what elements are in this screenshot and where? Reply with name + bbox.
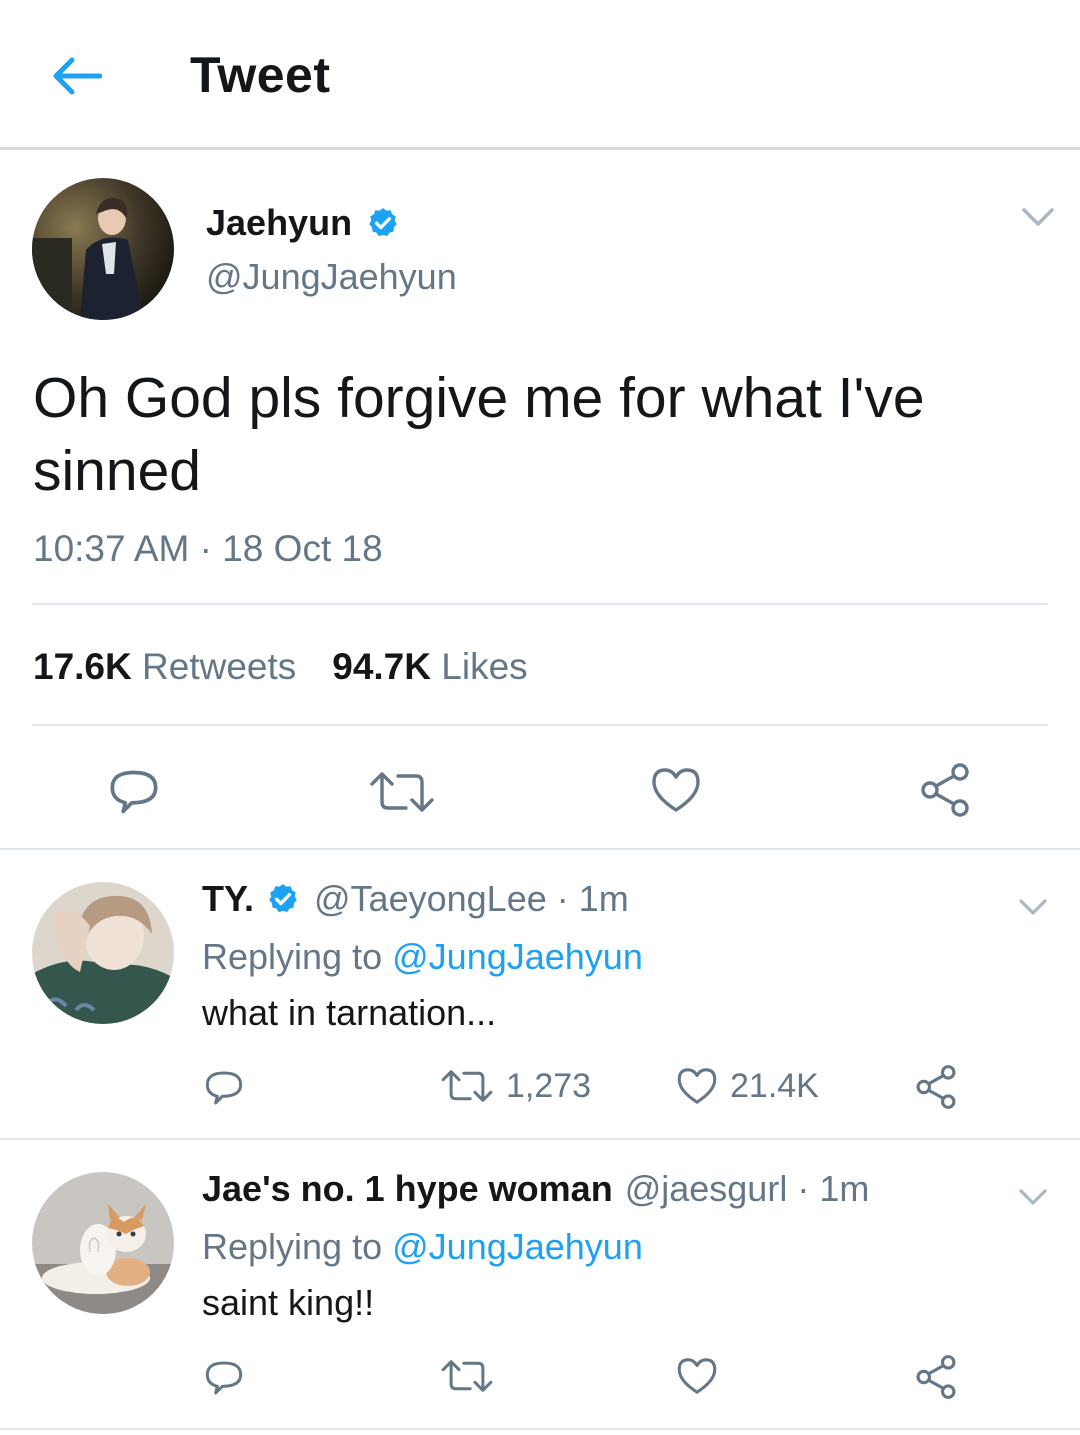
reply-header: Jae's no. 1 hype woman @jaesgurl · 1m — [202, 1168, 869, 1210]
main-tweet: Jaehyun @JungJaehyun Oh God pls forgive … — [0, 150, 1080, 850]
reply-author-handle[interactable]: @jaesgurl — [625, 1168, 788, 1210]
tweet-date: 18 Oct 18 — [222, 528, 383, 569]
page-title: Tweet — [190, 47, 331, 103]
verified-badge-icon — [269, 884, 297, 913]
reply-author-name[interactable]: Jae's no. 1 hype woman — [202, 1168, 613, 1210]
like-button[interactable] — [676, 1356, 718, 1396]
share-button[interactable] — [914, 1064, 958, 1110]
retweet-count: 1,273 — [506, 1066, 592, 1105]
like-button[interactable]: 21.4K — [676, 1066, 819, 1106]
like-button[interactable] — [650, 766, 702, 814]
reply-author-handle[interactable]: @TaeyongLee — [314, 878, 547, 920]
back-button[interactable] — [44, 44, 108, 108]
share-button[interactable] — [918, 762, 972, 818]
back-arrow-icon — [53, 57, 102, 95]
reply-button[interactable] — [204, 1068, 244, 1108]
reply-tweet[interactable]: TY. @TaeyongLee · 1m Replying to @JungJa… — [0, 850, 1080, 1140]
verified-badge-icon — [369, 208, 397, 237]
share-icon — [916, 1355, 956, 1399]
like-count: 21.4K — [730, 1066, 819, 1105]
retweet-icon — [441, 1070, 493, 1102]
reply-author-name[interactable]: TY. — [202, 878, 254, 920]
chevron-down-icon[interactable] — [1018, 202, 1058, 232]
retweets-label: Retweets — [142, 646, 297, 687]
avatar-image — [32, 882, 174, 1024]
reply-time: 1m — [578, 878, 629, 919]
likes-stat[interactable]: 94.7K Likes — [332, 646, 527, 688]
reply-actions — [0, 1352, 1080, 1412]
likes-count: 94.7K — [332, 646, 431, 687]
reply-avatar[interactable] — [32, 882, 174, 1024]
top-bar: Tweet — [0, 0, 1080, 150]
replying-label: Replying to — [202, 1226, 383, 1267]
chevron-down-icon[interactable] — [1016, 894, 1050, 920]
share-icon — [921, 763, 969, 817]
reply-text: saint king!! — [202, 1282, 375, 1323]
tweet-actions — [0, 756, 1080, 826]
author-name-text: Jaehyun — [206, 202, 353, 243]
reply-button[interactable] — [108, 766, 160, 818]
retweet-icon — [370, 772, 434, 812]
reply-actions: 1,273 21.4K — [0, 1062, 1080, 1122]
retweet-icon — [441, 1360, 493, 1392]
reply-tweet[interactable]: Jae's no. 1 hype woman @jaesgurl · 1m Re… — [0, 1140, 1080, 1430]
retweets-stat[interactable]: 17.6K Retweets — [33, 646, 296, 688]
divider — [32, 724, 1048, 726]
like-icon — [677, 1358, 717, 1394]
author-handle[interactable]: @JungJaehyun — [206, 256, 457, 298]
reply-icon — [205, 1071, 243, 1105]
avatar-image — [32, 178, 174, 320]
tweet-timestamp: 10:37 AM · 18 Oct 18 — [33, 528, 383, 570]
chevron-down-icon[interactable] — [1016, 1184, 1050, 1210]
tweet-text: Oh God pls forgive me for what I've sinn… — [33, 366, 925, 503]
reply-icon — [205, 1361, 243, 1395]
replying-to-handle[interactable]: @JungJaehyun — [392, 1226, 643, 1267]
retweet-button[interactable] — [440, 1356, 494, 1396]
avatar-image — [32, 1172, 174, 1314]
separator: · — [199, 528, 212, 569]
reply-avatar[interactable] — [32, 1172, 174, 1314]
reply-button[interactable] — [204, 1358, 244, 1398]
retweets-count: 17.6K — [33, 646, 132, 687]
retweet-button[interactable]: 1,273 — [440, 1066, 591, 1106]
tweet-stats: 17.6K Retweets 94.7K Likes — [33, 646, 528, 688]
retweet-button[interactable] — [368, 768, 436, 816]
reply-time: 1m — [819, 1168, 870, 1209]
reply-text: what in tarnation... — [202, 992, 497, 1033]
author-name[interactable]: Jaehyun — [206, 202, 400, 244]
likes-label: Likes — [441, 646, 528, 687]
divider — [32, 603, 1048, 605]
tweet-time: 10:37 AM — [33, 528, 190, 569]
author-avatar[interactable] — [32, 178, 174, 320]
share-button[interactable] — [914, 1354, 958, 1400]
separator: · — [556, 878, 569, 919]
reply-header: TY. @TaeyongLee · 1m — [202, 878, 629, 920]
replying-to-handle[interactable]: @JungJaehyun — [392, 936, 643, 977]
replying-to: Replying to @JungJaehyun — [202, 1226, 643, 1268]
reply-icon — [110, 770, 158, 814]
share-icon — [916, 1065, 956, 1109]
separator: · — [797, 1168, 810, 1209]
replying-to: Replying to @JungJaehyun — [202, 936, 643, 978]
like-icon — [677, 1068, 717, 1104]
like-icon — [652, 768, 700, 812]
replying-label: Replying to — [202, 936, 383, 977]
